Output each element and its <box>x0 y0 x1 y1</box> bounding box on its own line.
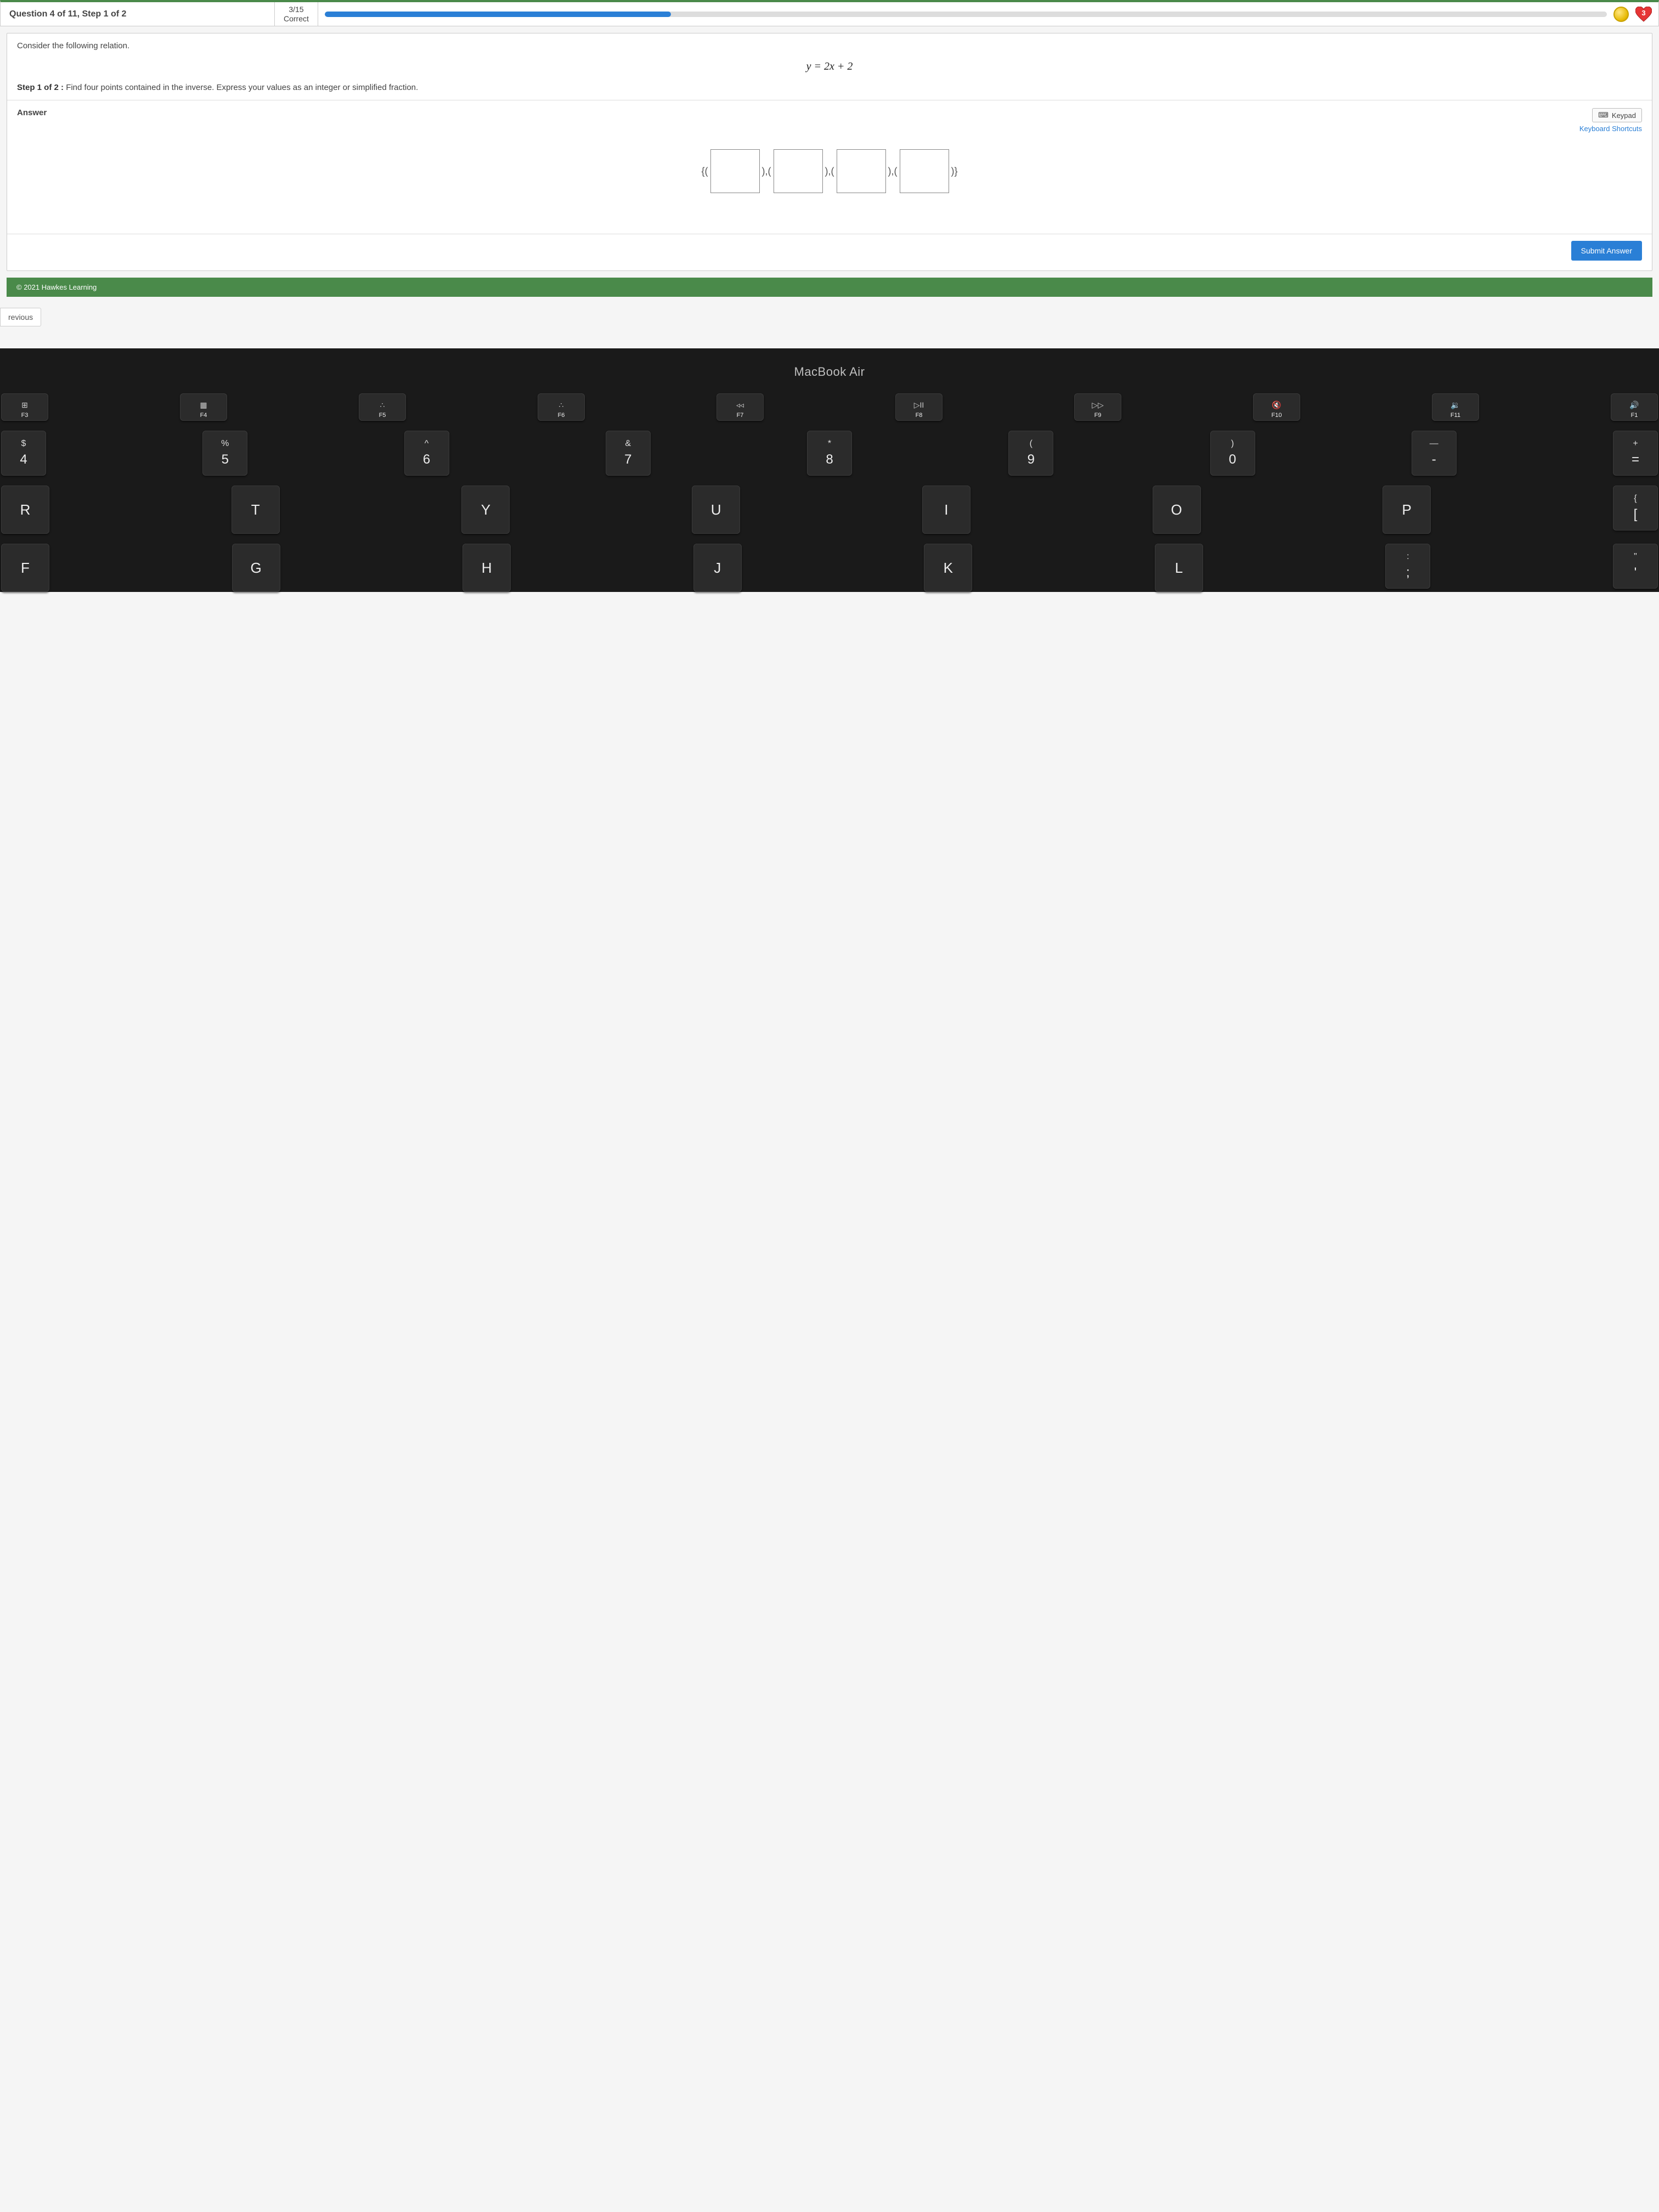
number-row: $4 %5 ^6&7 *8 (9 )0 —- += <box>1 431 1658 476</box>
key-y: Y <box>461 486 510 534</box>
open-brace: {( <box>701 166 708 177</box>
key-l: L <box>1155 544 1203 592</box>
keypad-button[interactable]: ⌨ Keypad <box>1592 108 1642 122</box>
key-7: &7 <box>606 431 651 476</box>
key-=: += <box>1613 431 1658 476</box>
question-card: Consider the following relation. y = 2x … <box>7 33 1652 271</box>
key-f8: ▷IIF8 <box>895 393 943 421</box>
key-u: U <box>692 486 740 534</box>
key-t: T <box>232 486 280 534</box>
keyboard-shortcuts-link[interactable]: Keyboard Shortcuts <box>1579 125 1642 133</box>
key-quote: "' <box>1613 544 1658 589</box>
header-bar: Question 4 of 11, Step 1 of 2 3/15 Corre… <box>0 0 1659 26</box>
key-semicolon: :; <box>1385 544 1430 589</box>
key-f4: ▦F4 <box>180 393 227 421</box>
separator-3: ),( <box>888 166 898 177</box>
coin-icon <box>1613 7 1629 22</box>
letter-row-2: F G H J K L:; "' <box>1 544 1658 592</box>
key-f1: 🔊F1 <box>1611 393 1658 421</box>
key-5: %5 <box>202 431 247 476</box>
heart-count: 3 <box>1641 9 1645 17</box>
copyright-bar: © 2021 Hawkes Learning <box>7 278 1652 297</box>
laptop-keyboard: MacBook Air ⊞F3 ▦F4 ∴F5 ∴F6 ◃◃F7 ▷IIF8 ▷▷F9 🔇F1… <box>0 348 1659 592</box>
laptop-brand: MacBook Air <box>0 359 1659 393</box>
separator-1: ),( <box>762 166 771 177</box>
key-f10: 🔇F10 <box>1253 393 1300 421</box>
letter-row-1: R T Y U I O P {[ <box>1 486 1658 534</box>
score-box: 3/15 Correct <box>275 2 318 26</box>
key--: —- <box>1412 431 1457 476</box>
key-bracket: {[ <box>1613 486 1658 531</box>
key-p: P <box>1383 486 1431 534</box>
previous-button[interactable]: revious <box>0 308 41 326</box>
point-input-4[interactable] <box>900 149 949 193</box>
key-8: *8 <box>807 431 852 476</box>
equation: y = 2x + 2 <box>17 50 1642 83</box>
key-i: I <box>922 486 970 534</box>
key-f7: ◃◃F7 <box>716 393 764 421</box>
key-j: J <box>693 544 742 592</box>
answer-title: Answer <box>17 108 47 117</box>
score-count: 3/15 <box>284 5 309 14</box>
key-f11: 🔉F11 <box>1432 393 1479 421</box>
step-line: Step 1 of 2 : Find four points contained… <box>17 83 1642 92</box>
key-6: ^6 <box>404 431 449 476</box>
key-f9: ▷▷F9 <box>1074 393 1121 421</box>
progress-fill <box>325 12 671 17</box>
keypad-icon: ⌨ <box>1598 111 1609 120</box>
score-label: Correct <box>284 14 309 24</box>
key-o: O <box>1153 486 1201 534</box>
key-4: $4 <box>1 431 46 476</box>
key-r: R <box>1 486 49 534</box>
progress-area: 3 <box>318 7 1658 22</box>
fn-row: ⊞F3 ▦F4 ∴F5 ∴F6 ◃◃F7 ▷IIF8 ▷▷F9 🔇F10 🔉F11 🔊F1 <box>1 393 1658 421</box>
key-f6: ∴F6 <box>538 393 585 421</box>
step-text: Find four points contained in the invers… <box>66 83 418 92</box>
point-input-1[interactable] <box>710 149 760 193</box>
separator-2: ),( <box>825 166 834 177</box>
key-h: H <box>462 544 511 592</box>
point-input-2[interactable] <box>774 149 823 193</box>
submit-button[interactable]: Submit Answer <box>1571 241 1642 261</box>
key-g: G <box>232 544 280 592</box>
progress-bar <box>325 12 1607 17</box>
key-0: )0 <box>1210 431 1255 476</box>
key-9: (9 <box>1008 431 1053 476</box>
question-title: Question 4 of 11, Step 1 of 2 <box>1 2 275 26</box>
close-brace: )} <box>951 166 958 177</box>
key-f: F <box>1 544 49 592</box>
keypad-label: Keypad <box>1612 111 1636 120</box>
point-input-3[interactable] <box>837 149 886 193</box>
key-f3: ⊞F3 <box>1 393 48 421</box>
answer-input-row: {( ),( ),( ),( )} <box>17 133 1642 226</box>
step-label: Step 1 of 2 : <box>17 83 64 92</box>
key-f5: ∴F5 <box>359 393 406 421</box>
heart-icon: 3 <box>1635 7 1652 22</box>
key-k: K <box>924 544 972 592</box>
prompt-text: Consider the following relation. <box>17 41 1642 50</box>
